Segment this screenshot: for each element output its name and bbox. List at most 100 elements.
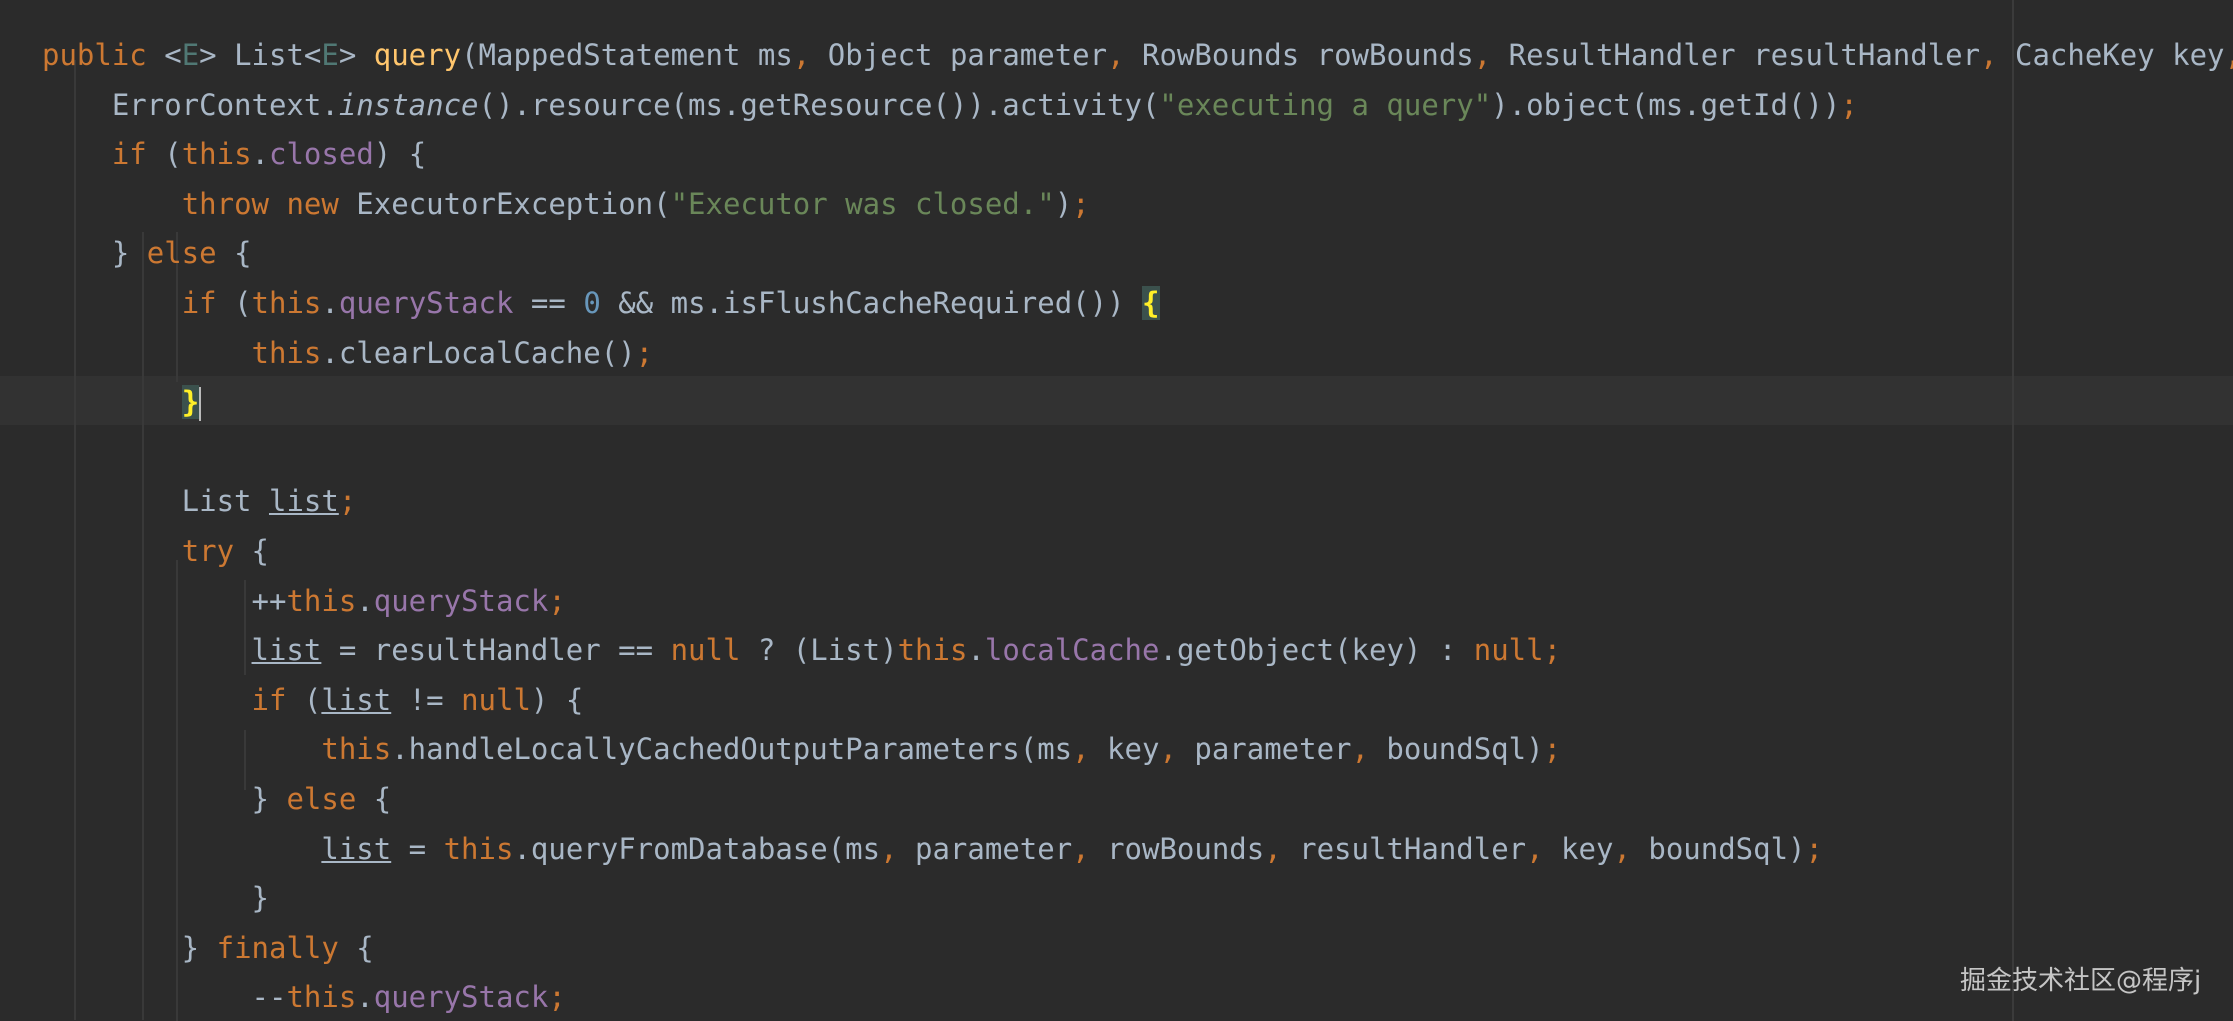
code-token: rowBounds: [1107, 831, 1265, 866]
code-token: boundSql): [1386, 732, 1544, 767]
code-token: ? (List): [757, 633, 898, 668]
code-line[interactable]: } finally {: [42, 924, 374, 973]
code-token: ExecutorException(: [356, 186, 671, 221]
code-token: ,: [1980, 38, 2015, 72]
code-token: throw new: [181, 186, 357, 221]
code-token: this: [251, 286, 322, 320]
code-token: "Executor was closed.": [670, 186, 1055, 221]
code-token: "executing a query": [1159, 87, 1492, 122]
code-token: localCache: [984, 633, 1160, 668]
code-token: ;: [1840, 87, 1858, 122]
code-token: ).object(ms.getId()): [1491, 87, 1841, 122]
code-token: null: [1473, 633, 1544, 668]
code-token: this: [181, 137, 252, 172]
code-line[interactable]: if (this.closed) {: [42, 130, 426, 179]
code-line[interactable]: this.handleLocallyCachedOutputParameters…: [42, 725, 1561, 774]
code-token: .: [967, 633, 985, 668]
code-token: ;: [548, 583, 566, 618]
code-token: ,: [1351, 732, 1387, 767]
code-token: parameter: [915, 831, 1073, 866]
code-token: RowBounds rowBounds: [1142, 38, 1474, 72]
code-token: {: [373, 782, 392, 816]
code-token: instance: [338, 87, 479, 122]
code-token: else: [286, 782, 374, 816]
code-token: --: [42, 980, 287, 1015]
code-token: ;: [1543, 732, 1562, 767]
code-token: ) {: [373, 137, 427, 172]
code-token: ResultHandler resultHandler: [1508, 38, 1981, 72]
code-token: ,: [2225, 38, 2233, 72]
code-token: !=: [391, 682, 462, 717]
code-token: }: [42, 930, 217, 965]
code-token: ,: [1526, 831, 1562, 866]
code-token: ==: [530, 286, 584, 320]
code-editor[interactable]: public <E> List<E> query(MappedStatement…: [0, 0, 2233, 1021]
current-line-highlight: [0, 376, 2233, 425]
code-token: && ms.isFlushCacheRequired()): [618, 286, 1143, 320]
code-line[interactable]: }: [42, 874, 269, 923]
code-line[interactable]: ErrorContext.instance().resource(ms.getR…: [42, 81, 1858, 130]
code-line[interactable]: list = resultHandler == null ? (List)thi…: [42, 626, 1562, 675]
code-line[interactable]: ++this.queryStack;: [42, 577, 566, 626]
code-token: null: [670, 633, 758, 668]
code-line[interactable]: List list;: [42, 477, 357, 526]
code-line[interactable]: } else {: [42, 775, 392, 824]
code-token: ErrorContext.: [42, 87, 339, 122]
code-line[interactable]: try {: [42, 527, 269, 576]
code-token: this: [321, 732, 392, 767]
code-token: key: [1107, 732, 1160, 767]
code-token: ().resource(ms.getResource()).activity(: [478, 87, 1160, 122]
code-token: {: [234, 236, 252, 271]
code-token: ,: [880, 831, 916, 866]
code-token: .: [356, 980, 374, 1015]
code-line[interactable]: } else {: [42, 229, 252, 278]
code-token: }: [42, 881, 269, 916]
code-token: ;: [635, 335, 654, 370]
code-line[interactable]: --this.queryStack;: [42, 973, 566, 1021]
code-token: ;: [1543, 633, 1562, 668]
code-token: ++: [42, 583, 287, 618]
code-token: E: [321, 38, 339, 72]
matched-brace: }: [181, 385, 200, 420]
code-token: query: [373, 38, 462, 72]
code-token: this: [897, 633, 968, 668]
code-token: = resultHandler ==: [321, 633, 671, 668]
code-token: boundSql): [1648, 831, 1806, 866]
code-token: {: [356, 930, 374, 965]
code-token: resultHandler: [1299, 831, 1527, 866]
code-line[interactable]: list = this.queryFromDatabase(ms, parame…: [42, 825, 1823, 874]
matched-brace: {: [1142, 286, 1160, 320]
code-token: .clearLocalCache(): [321, 335, 636, 370]
code-token: try: [181, 534, 252, 568]
code-token: .getObject(key) :: [1159, 633, 1474, 668]
code-line[interactable]: }: [42, 378, 202, 427]
code-token: closed: [269, 137, 374, 172]
watermark: 掘金技术社区@程序j: [1960, 966, 2202, 996]
code-token: ,: [1473, 38, 1509, 72]
code-line[interactable]: public <E> List<E> query(MappedStatement…: [42, 31, 2233, 80]
code-token: ,: [1107, 38, 1143, 72]
code-token: null: [461, 682, 531, 717]
code-token: finally: [216, 930, 357, 965]
code-line[interactable]: if (this.queryStack == 0 && ms.isFlushCa…: [42, 279, 1160, 328]
code-token: if: [251, 682, 304, 717]
code-token: =: [391, 831, 444, 866]
code-token: }: [42, 782, 287, 816]
code-token: ) {: [530, 682, 584, 717]
code-line[interactable]: if (list != null) {: [42, 676, 584, 725]
code-line[interactable]: this.clearLocalCache();: [42, 329, 654, 378]
code-token: .queryFromDatabase(ms: [513, 831, 881, 866]
text-caret: [199, 387, 202, 422]
code-token: }: [42, 236, 147, 271]
code-line[interactable]: throw new ExecutorException("Executor wa…: [42, 180, 1090, 229]
